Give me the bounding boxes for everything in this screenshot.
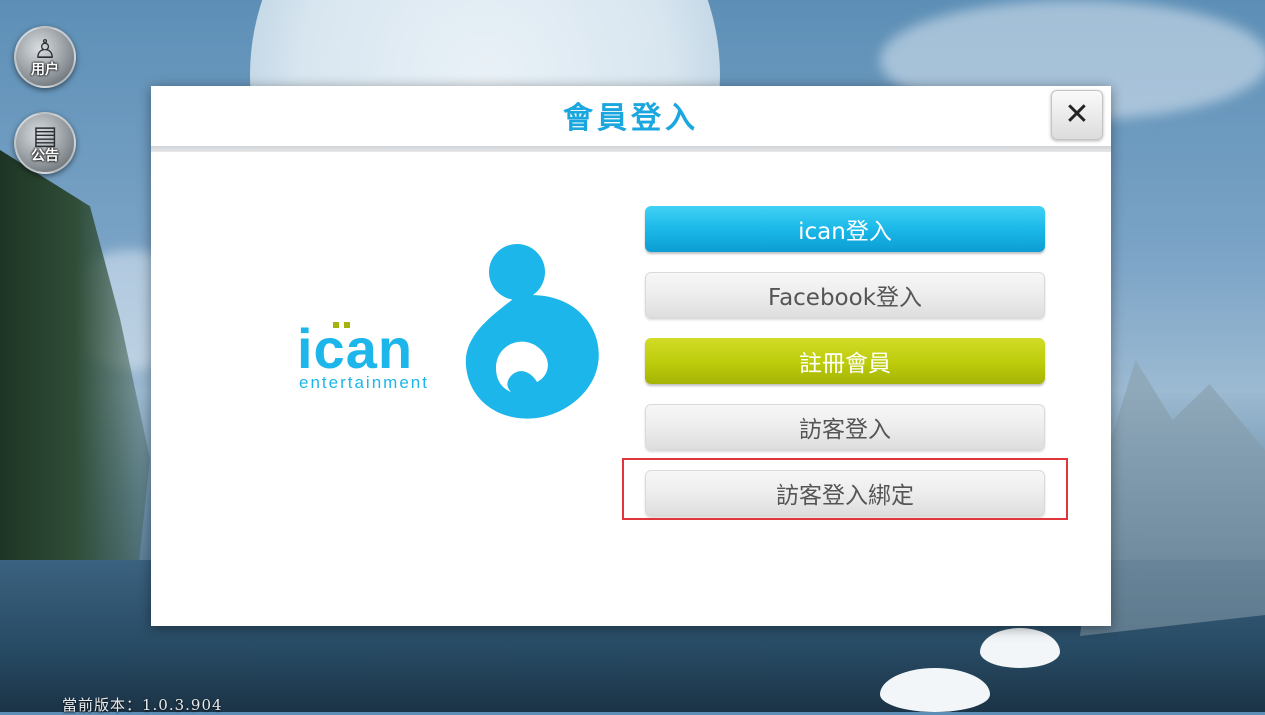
logo-dot — [344, 322, 350, 328]
facebook-login-button[interactable]: Facebook登入 — [645, 272, 1045, 318]
user-button[interactable]: ♙ 用户 — [14, 26, 76, 88]
logo-swirl-top — [489, 244, 545, 300]
ican-login-button[interactable]: ican登入 — [645, 206, 1045, 252]
background-crane — [980, 628, 1060, 668]
dialog-title: 會員登入 — [563, 101, 699, 136]
notice-board-icon: ▤ — [32, 121, 58, 151]
guest-login-button[interactable]: 訪客登入 — [645, 404, 1045, 450]
logo-brand-text: ican — [297, 317, 413, 380]
close-button[interactable]: ✕ — [1051, 90, 1103, 140]
background-crane — [880, 668, 990, 712]
logo-dot — [333, 322, 339, 328]
close-icon: ✕ — [1064, 97, 1090, 132]
logo-tagline: entertainment — [299, 373, 429, 392]
user-icon: ♙ — [33, 35, 57, 65]
dialog-title-divider — [151, 146, 1111, 152]
notice-button[interactable]: ▤ 公告 — [14, 112, 76, 174]
user-button-label: 用户 — [31, 62, 59, 78]
notice-button-label: 公告 — [31, 148, 59, 164]
guest-bind-button[interactable]: 訪客登入綁定 — [645, 470, 1045, 516]
login-dialog: 會員登入 ✕ ican entertainment ican登入 Faceboo… — [151, 86, 1111, 626]
register-button[interactable]: 註冊會員 — [645, 338, 1045, 384]
ican-logo: ican entertainment — [297, 244, 599, 419]
